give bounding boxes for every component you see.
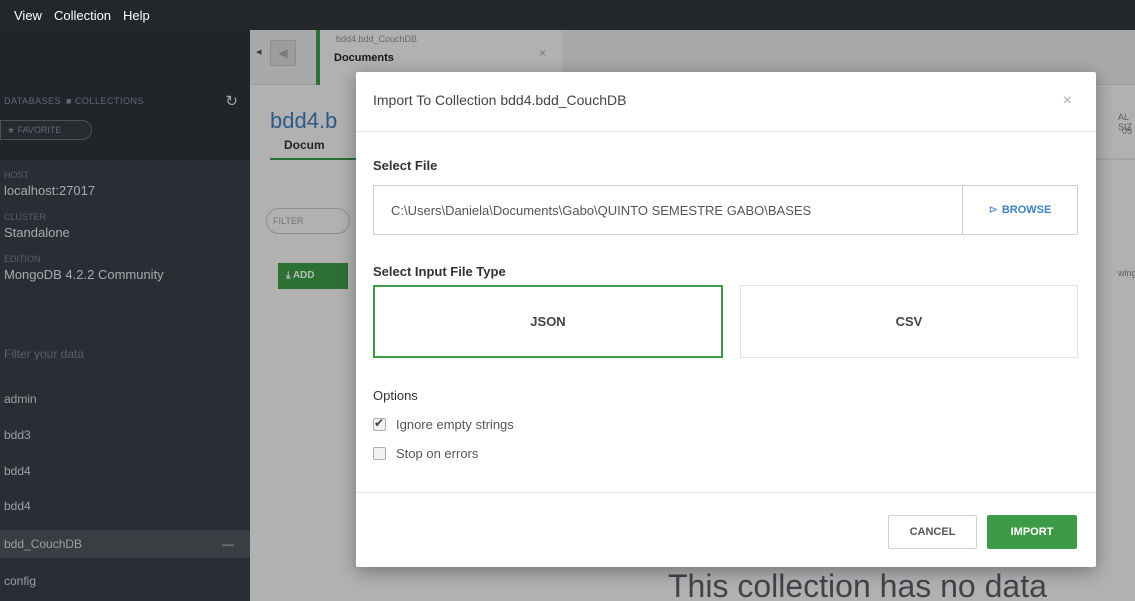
file-path-input[interactable]	[374, 186, 962, 234]
json-type-button[interactable]: JSON	[373, 285, 723, 358]
file-picker: ⊳BROWSE	[373, 185, 1078, 235]
import-modal: Import To Collection bdd4.bdd_CouchDB × …	[356, 72, 1096, 567]
ignore-empty-checkbox[interactable]	[373, 416, 386, 431]
option-ignore-empty[interactable]: Ignore empty strings	[373, 416, 514, 432]
ignore-empty-label: Ignore empty strings	[396, 417, 514, 432]
modal-footer	[356, 492, 1096, 567]
menu-help[interactable]: Help	[123, 8, 150, 23]
close-icon[interactable]: ×	[1063, 92, 1072, 110]
modal-header: Import To Collection bdd4.bdd_CouchDB ×	[356, 72, 1096, 132]
stop-on-errors-checkbox[interactable]	[373, 447, 386, 460]
stop-on-errors-label: Stop on errors	[396, 446, 479, 461]
option-stop-on-errors[interactable]: Stop on errors	[373, 446, 478, 461]
input-type-label: Select Input File Type	[373, 264, 506, 279]
options-label: Options	[373, 388, 418, 403]
folder-icon: ⊳	[988, 204, 998, 216]
browse-button[interactable]: ⊳ BROWSE	[962, 186, 1077, 234]
browse-label: BROWSE	[1001, 204, 1052, 216]
menu-collection[interactable]: Collection	[54, 8, 111, 23]
menu-bar: View Collection Help	[0, 0, 1135, 30]
select-file-label: Select File	[373, 158, 438, 173]
modal-title: Import To Collection bdd4.bdd_CouchDB	[373, 92, 627, 108]
menu-view[interactable]: View	[14, 8, 42, 23]
import-button[interactable]: IMPORT	[987, 515, 1077, 549]
csv-type-button[interactable]: CSV	[740, 285, 1078, 358]
cancel-button[interactable]: CANCEL	[888, 515, 977, 549]
